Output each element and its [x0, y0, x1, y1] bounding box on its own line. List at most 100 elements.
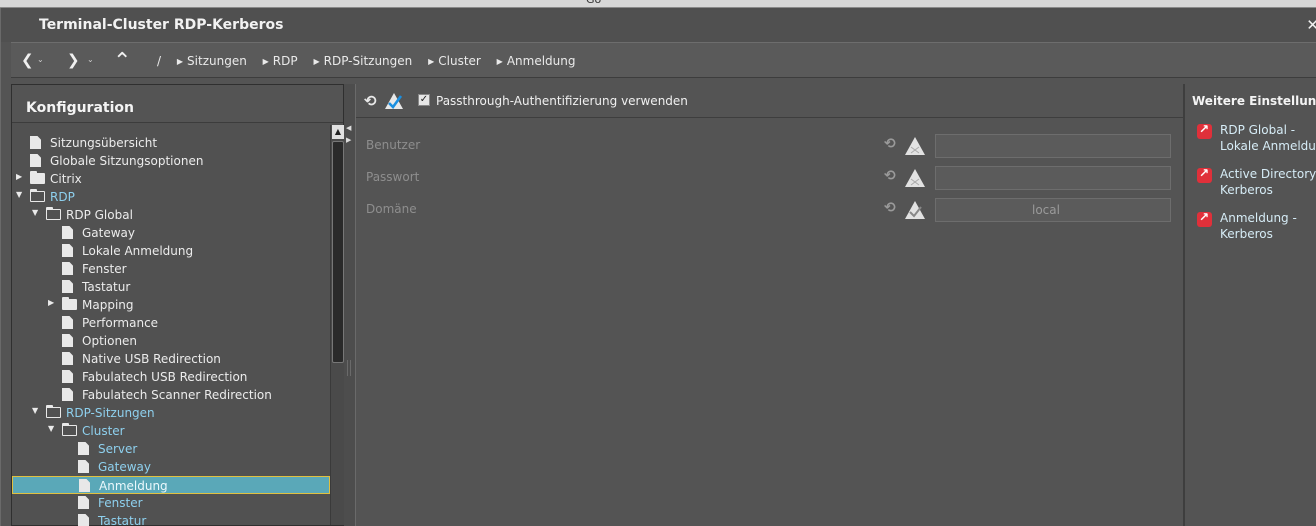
tree-scrollbar[interactable]: ▲ [330, 125, 344, 525]
tree-item-label: Sitzungsübersicht [50, 136, 158, 150]
close-icon[interactable]: ✕ [1306, 16, 1316, 34]
domain-input[interactable]: local [935, 198, 1171, 222]
configuration-tree: Sitzungsübersicht Globale Sitzungsoptione… [12, 127, 330, 526]
user-input[interactable] [935, 134, 1171, 158]
settings-window: Terminal-Cluster RDP-Kerberos ✕ ❮ ⌄ ❯ ⌄ … [0, 8, 1316, 526]
document-icon [79, 479, 90, 492]
reset-icon[interactable]: ⟲ [364, 92, 377, 110]
icon-shape [30, 171, 45, 184]
further-settings-panel: Weitere Einstellungen RDP Global - Lokal… [1183, 84, 1316, 526]
tree-item[interactable]: ▼ RDP [12, 188, 330, 206]
tree-item-label: Gateway [98, 460, 152, 474]
icon-shape [61, 422, 77, 436]
forward-button[interactable]: ❯ ⌄ [67, 51, 97, 71]
folder-icon [30, 171, 45, 184]
tree-item-label: RDP Global [66, 208, 133, 222]
breadcrumb-root[interactable]: / [157, 54, 161, 68]
tree-item[interactable]: Native USB Redirection [12, 350, 330, 368]
icon-shape [29, 188, 45, 202]
collapse-left-icon[interactable]: ◀ [346, 124, 351, 132]
tree-item-label: Citrix [50, 172, 82, 186]
document-icon [78, 460, 89, 473]
tree-item-label: Gateway [82, 226, 136, 240]
tree-item[interactable]: Fabulatech USB Redirection [12, 368, 330, 386]
document-icon [62, 352, 73, 365]
external-link-icon [1197, 166, 1212, 183]
triangle-right-icon: ▶ [496, 57, 503, 66]
breadcrumb-item[interactable]: ▶ RDP [263, 54, 298, 68]
further-settings-title: Weitere Einstellungen [1192, 94, 1316, 108]
tree-item[interactable]: Tastatur [12, 278, 330, 296]
tree-item[interactable]: Optionen [12, 332, 330, 350]
expand-right-icon[interactable]: ▶ [346, 136, 351, 144]
tree-item[interactable]: ▼ Cluster [12, 422, 330, 440]
breadcrumb-item[interactable]: ▶ RDP-Sitzungen [313, 54, 412, 68]
tree-item[interactable]: Fenster [12, 260, 330, 278]
external-link-icon [1197, 122, 1212, 139]
triangle-right-icon: ▶ [428, 57, 435, 66]
icon-shape [62, 370, 73, 383]
icon-shape [78, 460, 89, 473]
tree-item[interactable]: Globale Sitzungsoptionen [12, 152, 330, 170]
reset-icon[interactable]: ⟲ [884, 168, 896, 184]
chevron-down-icon[interactable]: ⌄ [87, 55, 94, 64]
scrollbar-thumb[interactable] [332, 141, 344, 363]
triangle-down-icon[interactable]: ▼ [16, 190, 22, 199]
tree-item[interactable]: ▶ Mapping [12, 296, 330, 314]
link-login-kerberos[interactable]: Anmeldung - Kerberos [1197, 210, 1316, 244]
back-button[interactable]: ❮ ⌄ [21, 51, 51, 71]
link-active-directory-kerberos[interactable]: Active Directory / Kerberos [1197, 166, 1316, 200]
tree-item[interactable]: Performance [12, 314, 330, 332]
document-icon [62, 388, 73, 401]
chevron-down-icon[interactable]: ⌄ [37, 55, 44, 64]
triangle-right-icon[interactable]: ▶ [16, 172, 22, 181]
icon-shape [62, 297, 77, 310]
icon-shape [62, 334, 73, 347]
tree-item[interactable]: ▼ RDP Global [12, 206, 330, 224]
triangle-down-icon[interactable]: ▼ [32, 406, 38, 415]
reset-icon[interactable]: ⟲ [884, 200, 896, 216]
tree-item[interactable]: Gateway [12, 458, 330, 476]
document-icon [30, 136, 41, 149]
field-row-password: Passwort ⟲ [356, 162, 1183, 194]
passthrough-checkbox[interactable]: ✓ [418, 94, 430, 106]
password-input[interactable] [935, 166, 1171, 190]
field-row-user: Benutzer ⟲ [356, 130, 1183, 162]
panel-splitter[interactable]: ◀ ▶ [344, 84, 355, 526]
triangle-down-icon[interactable]: ▼ [48, 424, 54, 433]
breadcrumb-item[interactable]: ▶ Anmeldung [497, 54, 576, 68]
breadcrumb: / ▶ Sitzungen ▶ RDP ▶ RDP-Sitzungen ▶ Cluste… [157, 54, 588, 68]
tree-item[interactable]: Fenster [12, 494, 330, 512]
tree-item-label: Fenster [82, 262, 127, 276]
tree-item[interactable]: ▶ Citrix [12, 170, 330, 188]
tree-item-label: Globale Sitzungsoptionen [50, 154, 204, 168]
tree-item[interactable]: Server [12, 440, 330, 458]
tree-item[interactable]: Fabulatech Scanner Redirection [12, 386, 330, 404]
up-icon: ⌃ [113, 49, 132, 74]
triangle-down-icon[interactable]: ▼ [32, 208, 38, 217]
icon-shape [62, 388, 73, 401]
tree-item-label: Cluster [82, 424, 125, 438]
folder-open-icon [29, 188, 45, 202]
icon-shape [30, 154, 41, 167]
icon-shape [62, 244, 73, 257]
tree-item[interactable]: Gateway [12, 224, 330, 242]
document-icon [62, 316, 73, 329]
tree-item[interactable]: Lokale Anmeldung [12, 242, 330, 260]
document-icon [62, 262, 73, 275]
splitter-grip[interactable] [347, 360, 351, 376]
reset-icon[interactable]: ⟲ [884, 136, 896, 152]
tree-item[interactable]: Anmeldung [12, 476, 330, 494]
link-rdp-global-local-login[interactable]: RDP Global - Lokale Anmeldu... [1197, 122, 1316, 156]
icon-shape [45, 206, 61, 220]
domain-label: Domäne [366, 202, 417, 216]
tree-item[interactable]: Sitzungsübersicht [12, 134, 330, 152]
breadcrumb-item[interactable]: ▶ Cluster [428, 54, 481, 68]
scroll-up-icon[interactable]: ▲ [332, 125, 344, 139]
tree-item[interactable]: ▼ RDP-Sitzungen [12, 404, 330, 422]
window-title: Terminal-Cluster RDP-Kerberos [39, 17, 284, 33]
tree-item[interactable]: Tastatur [12, 512, 330, 526]
triangle-right-icon[interactable]: ▶ [48, 298, 54, 307]
up-button[interactable]: ⌃ [113, 49, 133, 74]
breadcrumb-item[interactable]: ▶ Sitzungen [177, 54, 247, 68]
